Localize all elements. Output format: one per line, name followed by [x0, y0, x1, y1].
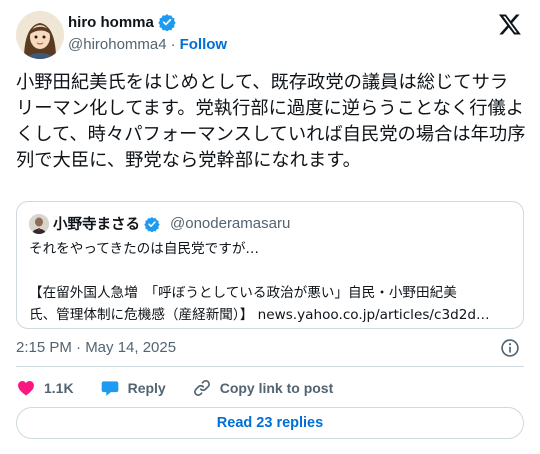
copy-link-button[interactable]: Copy link to post	[192, 378, 334, 398]
quoted-author-name: 小野寺まさる	[53, 217, 140, 233]
author-avatar[interactable]	[16, 11, 64, 59]
heart-icon	[18, 381, 34, 396]
like-button[interactable]: 1.1K	[16, 378, 74, 398]
quoted-text-line: それをやってきたのは自民党ですが…	[29, 241, 260, 257]
like-count: 1.1K	[44, 380, 74, 396]
author-handle-row: @hirohomma4 · Follow	[68, 36, 227, 53]
quoted-avatar-photo-icon	[29, 214, 49, 234]
quoted-author-avatar	[29, 214, 49, 234]
quoted-verified-badge-icon	[144, 216, 160, 232]
post-timestamp[interactable]: 2:15 PM · May 14, 2025	[16, 339, 176, 356]
quoted-author-row: 小野寺まさる @onoderamasaru	[53, 213, 290, 234]
read-replies-button[interactable]: Read 23 replies	[16, 407, 524, 439]
quoted-author-handle: @onoderamasaru	[170, 215, 291, 232]
divider	[16, 366, 524, 367]
separator-dot: ·	[170, 36, 176, 53]
reply-button[interactable]: Reply	[100, 378, 166, 398]
quoted-text-blank-line	[29, 260, 517, 282]
quoted-post-text: それをやってきたのは自民党ですが… 【在留外国人急増 「呼ぼうとしている政治が悪…	[29, 238, 517, 326]
link-icon	[193, 380, 210, 396]
author-display-name[interactable]: hiro homma	[68, 14, 154, 31]
reply-label: Reply	[127, 380, 166, 396]
quoted-post-card[interactable]: 小野寺まさる @onoderamasaru それをやってきたのは自民党ですが… …	[16, 201, 524, 329]
avatar-illustration-icon	[16, 11, 64, 59]
author-name-row: hiro homma	[68, 13, 176, 31]
action-bar: 1.1K Reply Copy link to post	[16, 377, 359, 399]
embedded-post-card: hiro homma @hirohomma4 · Follow 小野田紀美氏をは…	[0, 0, 540, 454]
quoted-text-line: 【在留外国人急増 「呼ぼうとしている政治が悪い」自民・小野田紀美	[29, 285, 457, 301]
info-icon[interactable]	[500, 338, 520, 358]
verified-badge-icon	[158, 14, 176, 31]
post-text: 小野田紀美氏をはじめとして、既存政党の議員は総じてサラリーマン化してます。党執行…	[16, 72, 526, 171]
author-handle[interactable]: @hirohomma4	[68, 36, 167, 53]
speech-bubble-icon	[101, 381, 118, 396]
follow-button[interactable]: Follow	[180, 36, 228, 53]
quoted-text-line: 氏、管理体制に危機感（産経新聞）】 news.yahoo.co.jp/artic…	[29, 307, 490, 323]
copy-link-label: Copy link to post	[219, 380, 334, 396]
x-logo-icon[interactable]	[498, 12, 522, 36]
